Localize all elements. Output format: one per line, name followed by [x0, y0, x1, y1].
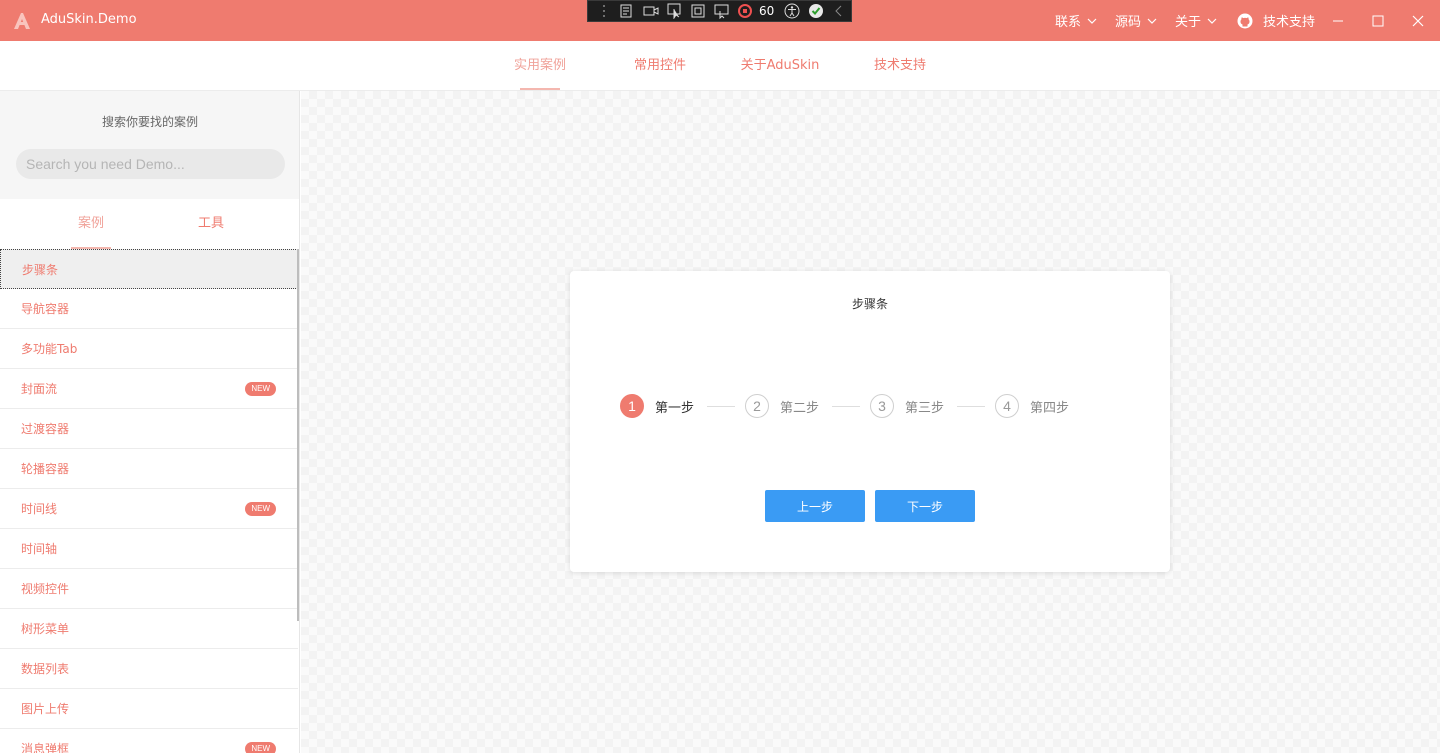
tab-tech-support[interactable]: 技术支持 — [860, 41, 940, 91]
search-input[interactable] — [16, 149, 285, 179]
card-title: 步骤条 — [851, 297, 888, 311]
sidebar-item-time-axis[interactable]: 时间轴 — [0, 529, 298, 569]
sidebar-item-multi-tab[interactable]: 多功能Tab — [0, 329, 298, 369]
app-logo-icon — [14, 13, 30, 29]
list-item-label: 树形菜单 — [21, 622, 70, 636]
minimize-button[interactable] — [1318, 0, 1358, 41]
sidebar-item-tree-menu[interactable]: 树形菜单 — [0, 609, 298, 649]
tab-about-aduskin[interactable]: 关于AduSkin — [730, 41, 830, 91]
list-item-label: 图片上传 — [21, 702, 70, 716]
top-nav: 实用案例 常用控件 关于AduSkin 技术支持 — [0, 41, 1440, 91]
sidebar-item-timeline[interactable]: 时间线 NEW — [0, 489, 298, 529]
step-label: 第一步 — [655, 400, 695, 416]
list-item-label: 多功能Tab — [21, 342, 78, 356]
sidebar-search-area: 搜索你要找的案例 — [0, 91, 299, 199]
chevron-down-icon — [1207, 18, 1217, 24]
menu-about-label: 关于 — [1175, 15, 1202, 30]
step-number: 4 — [995, 394, 1019, 418]
new-badge: NEW — [245, 382, 276, 396]
github-icon — [1237, 13, 1253, 28]
support-link[interactable]: 技术支持 — [1237, 0, 1315, 41]
list-item-label: 数据列表 — [21, 662, 70, 676]
step-label: 第四步 — [1030, 400, 1070, 416]
step-2[interactable]: 2 第二步 — [745, 394, 819, 418]
list-item-label: 时间轴 — [21, 542, 58, 556]
step-1[interactable]: 1 第一步 — [620, 394, 694, 418]
tab-cases[interactable]: 案例 — [51, 199, 131, 249]
list-item-label: 过渡容器 — [21, 422, 70, 436]
sidebar-scrollbar[interactable] — [297, 249, 299, 621]
list-item-label: 轮播容器 — [21, 462, 70, 476]
close-button[interactable] — [1398, 0, 1438, 41]
sidebar: 搜索你要找的案例 案例 工具 步骤条 导航容器 多功能Tab 封面流 NEW 过… — [0, 91, 300, 753]
active-tab-indicator — [520, 88, 560, 90]
tab-tools[interactable]: 工具 — [171, 199, 251, 249]
track-focus-icon[interactable] — [710, 1, 734, 21]
sidebar-case-list: 步骤条 导航容器 多功能Tab 封面流 NEW 过渡容器 轮播容器 时间线 NE… — [0, 249, 298, 753]
sidebar-item-carousel[interactable]: 轮播容器 — [0, 449, 298, 489]
check-icon[interactable] — [804, 1, 828, 21]
maximize-icon — [1372, 15, 1384, 26]
step-number: 3 — [870, 394, 894, 418]
new-badge: NEW — [245, 502, 276, 516]
menu-source-label: 源码 — [1115, 15, 1142, 30]
sidebar-item-coverflow[interactable]: 封面流 NEW — [0, 369, 298, 409]
frame-rate-icon[interactable] — [733, 1, 757, 21]
list-item-label: 消息弹框 — [21, 742, 70, 753]
list-item-label: 步骤条 — [22, 262, 59, 277]
sidebar-tabs: 案例 工具 — [0, 199, 299, 249]
new-badge: NEW — [245, 742, 276, 753]
step-3[interactable]: 3 第三步 — [870, 394, 944, 418]
step-number: 2 — [745, 394, 769, 418]
next-step-button[interactable]: 下一步 — [875, 490, 975, 522]
sidebar-item-message-box[interactable]: 消息弹框 NEW — [0, 729, 298, 753]
list-item-label: 视频控件 — [21, 582, 70, 596]
sidebar-item-steps[interactable]: 步骤条 — [0, 249, 298, 289]
step-label: 第三步 — [905, 400, 945, 416]
live-tree-icon[interactable] — [616, 1, 640, 21]
app-title: AduSkin.Demo — [41, 12, 137, 27]
sidebar-item-image-upload[interactable]: 图片上传 — [0, 689, 298, 729]
sidebar-search-title: 搜索你要找的案例 — [101, 115, 198, 129]
sidebar-item-video-control[interactable]: 视频控件 — [0, 569, 298, 609]
list-item-label: 时间线 — [21, 502, 58, 516]
step-connector — [707, 406, 735, 407]
tab-practical-cases[interactable]: 实用案例 — [500, 41, 580, 91]
sidebar-item-transition-container[interactable]: 过渡容器 — [0, 409, 298, 449]
chevron-left-icon[interactable] — [827, 1, 851, 21]
drag-handle-icon[interactable] — [592, 1, 616, 21]
list-item-label: 封面流 — [21, 382, 58, 396]
support-label: 技术支持 — [1263, 15, 1316, 30]
accessibility-icon[interactable] — [780, 1, 804, 21]
prev-step-button[interactable]: 上一步 — [765, 490, 865, 522]
step-connector — [832, 406, 860, 407]
close-icon — [1412, 15, 1424, 26]
step-label: 第二步 — [780, 400, 820, 416]
list-item-label: 导航容器 — [21, 302, 70, 316]
minimize-icon — [1333, 20, 1343, 21]
adorner-icon[interactable] — [686, 1, 710, 21]
debug-toolbar: 60 — [587, 0, 852, 22]
steps-demo-card: 步骤条 1 第一步 2 第二步 3 第三步 4 第四步 上一步 下一步 — [570, 271, 1170, 572]
video-icon[interactable] — [639, 1, 663, 21]
sidebar-item-nav-container[interactable]: 导航容器 — [0, 289, 298, 329]
menu-contact[interactable]: 联系 — [1055, 0, 1097, 41]
chevron-down-icon — [1087, 18, 1097, 24]
step-connector — [957, 406, 985, 407]
sidebar-item-data-list[interactable]: 数据列表 — [0, 649, 298, 689]
menu-about[interactable]: 关于 — [1175, 0, 1217, 41]
step-number: 1 — [620, 394, 644, 418]
menu-source[interactable]: 源码 — [1115, 0, 1157, 41]
chevron-down-icon — [1147, 18, 1157, 24]
fps-counter: 60 — [759, 4, 775, 18]
maximize-button[interactable] — [1358, 0, 1398, 41]
menu-contact-label: 联系 — [1055, 15, 1082, 30]
step-4[interactable]: 4 第四步 — [995, 394, 1069, 418]
select-element-icon[interactable] — [663, 1, 687, 21]
tab-common-controls[interactable]: 常用控件 — [620, 41, 700, 91]
